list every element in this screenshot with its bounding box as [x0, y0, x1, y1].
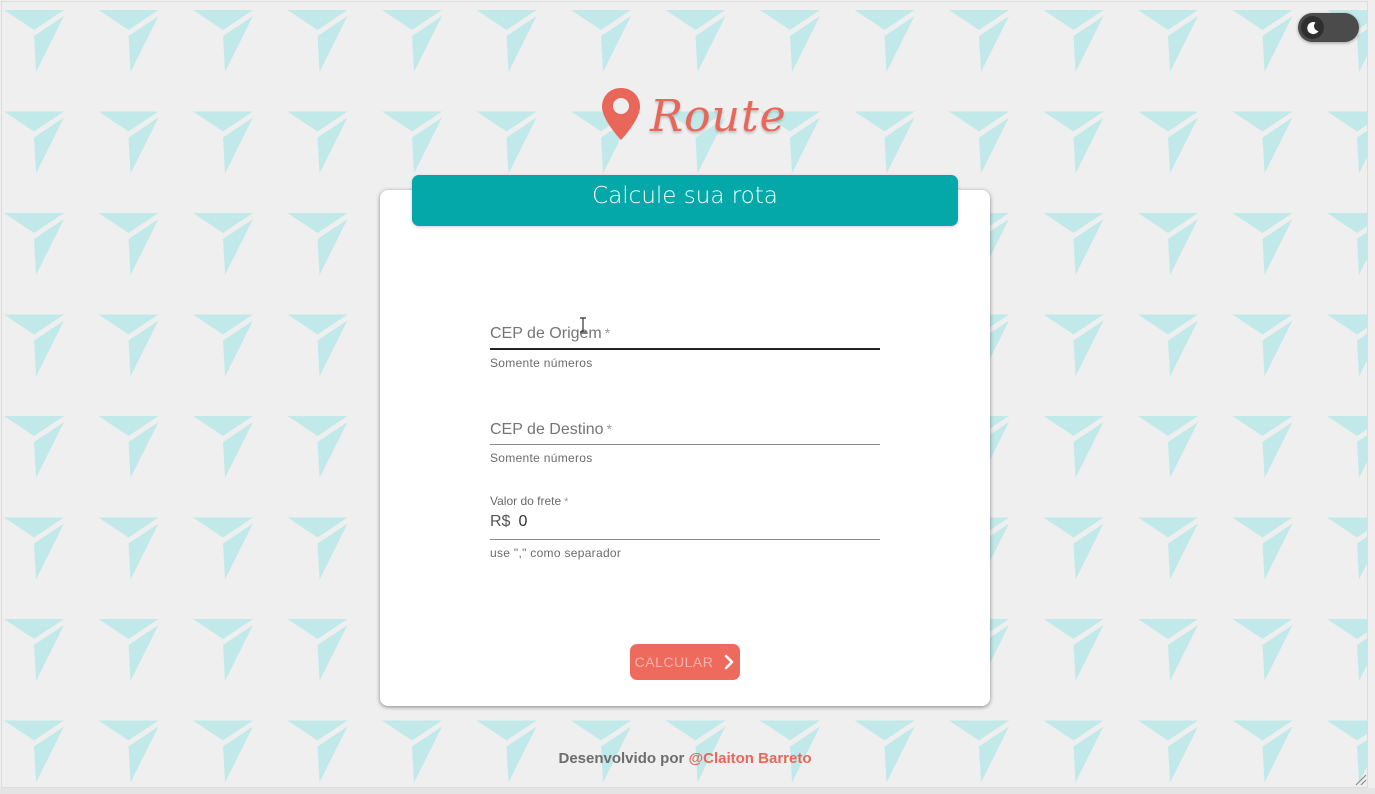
origin-cep-input[interactable]: CEP de Origem *	[490, 322, 880, 344]
footer-prefix: Desenvolvido por	[558, 750, 685, 767]
required-mark: *	[564, 496, 569, 508]
freight-label: Valor do frete	[490, 494, 562, 508]
destination-cep-field[interactable]: CEP de Destino * Somente números	[490, 418, 880, 465]
required-mark: *	[606, 421, 612, 437]
author-link[interactable]: @Claiton Barreto	[689, 750, 812, 767]
origin-cep-underline	[490, 348, 880, 350]
logo-text: Route	[650, 90, 787, 142]
resize-grip-icon[interactable]	[1353, 772, 1367, 786]
destination-cep-helper: Somente números	[490, 451, 593, 465]
currency-prefix: R$	[490, 513, 511, 530]
origin-cep-helper: Somente números	[490, 356, 593, 370]
calculate-label: CALCULAR	[634, 654, 714, 670]
freight-value: 0	[518, 513, 528, 530]
app-logo: Route	[600, 86, 787, 146]
footer: Desenvolvido por @Claiton Barreto	[0, 750, 1370, 767]
calculate-button[interactable]: CALCULAR	[630, 644, 740, 680]
freight-input[interactable]: R$ 0	[490, 509, 880, 535]
chevron-right-icon	[723, 654, 735, 670]
horizontal-scrollbar[interactable]	[0, 788, 1375, 794]
card-title: Calcule sua rota	[412, 175, 958, 226]
freight-underline	[490, 539, 880, 540]
required-mark: *	[604, 325, 611, 341]
destination-cep-input[interactable]: CEP de Destino *	[490, 418, 880, 440]
moon-icon	[1301, 16, 1324, 39]
destination-cep-label: CEP de Destino	[490, 421, 604, 438]
map-pin-icon	[600, 86, 642, 147]
freight-helper: use "," como separador	[490, 546, 622, 560]
destination-cep-underline	[490, 444, 880, 445]
theme-toggle[interactable]	[1298, 13, 1359, 42]
text-cursor-icon	[580, 317, 586, 333]
freight-value-field[interactable]: Valor do frete * R$ 0 use "," como separa…	[490, 493, 880, 560]
origin-cep-field[interactable]: CEP de Origem * Somente números	[490, 322, 880, 370]
